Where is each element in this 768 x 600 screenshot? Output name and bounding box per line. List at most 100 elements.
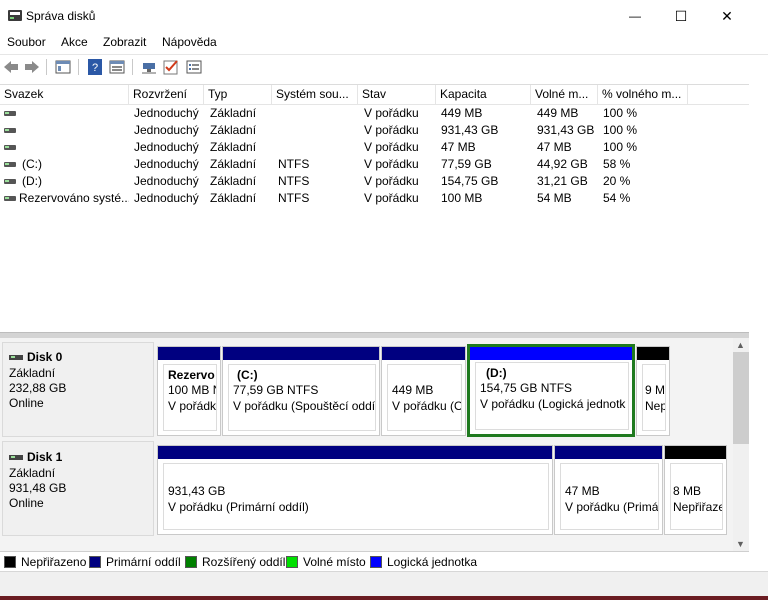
disk-0-info[interactable]: Disk 0 Základní 232,88 GB Online (2, 342, 154, 437)
list-view-icon[interactable] (185, 58, 203, 76)
cell-free-space: 47 MB (537, 140, 572, 154)
legend-swatch (286, 556, 298, 568)
partition-size: 931,43 GB (168, 484, 226, 498)
partition-c[interactable]: (C:) 77,59 GB NTFS V pořádku (Spouštěcí … (222, 346, 380, 436)
table-row[interactable]: Jednoduchý Základní V pořádku 931,43 GB … (0, 122, 749, 139)
cell-type: Základní (210, 157, 257, 171)
close-button[interactable]: ✕ (704, 0, 750, 32)
connect-icon[interactable] (140, 58, 158, 76)
cell-layout: Jednoduchý (134, 174, 199, 188)
partition-status: V pořádku (Logická jednotk (480, 397, 626, 411)
cell-layout: Jednoduchý (134, 106, 199, 120)
column-header-capacity[interactable]: Kapacita (436, 85, 531, 104)
partition-d-selected[interactable]: (D:) 154,75 GB NTFS V pořádku (Logická j… (467, 344, 635, 437)
legend-swatch (4, 556, 16, 568)
cell-volume: (D:) (22, 174, 42, 188)
menu-file[interactable]: Soubor (7, 35, 46, 49)
menu-bar: Soubor Akce Zobrazit Nápověda (0, 32, 768, 52)
cell-free-space: 44,92 GB (537, 157, 588, 171)
legend: Nepřiřazeno Primární oddíl Rozšířený odd… (0, 551, 749, 572)
drive-icon (4, 111, 16, 116)
toolbar-separator (46, 59, 47, 75)
legend-item: Logická jednotka (370, 555, 477, 569)
close-icon: ✕ (721, 7, 733, 24)
title-bar: Správa disků — ☐ ✕ (0, 0, 768, 32)
partition-status: V pořádku (Primár (565, 500, 659, 514)
legend-label: Rozšířený oddíl (202, 555, 286, 569)
cell-status: V pořádku (364, 191, 419, 205)
volume-list-header: Svazek Rozvržení Typ Systém sou... Stav … (0, 85, 749, 105)
partition-disk1-unallocated[interactable]: 8 MB Nepřiřaze (664, 445, 727, 535)
table-row[interactable]: Jednoduchý Základní V pořádku 449 MB 449… (0, 105, 749, 122)
table-row[interactable]: (C:) Jednoduchý Základní NTFS V pořádku … (0, 156, 749, 173)
menu-view[interactable]: Zobrazit (103, 35, 146, 49)
table-row[interactable]: (D:) Jednoduchý Základní NTFS V pořádku … (0, 173, 749, 190)
cell-status: V pořádku (364, 174, 419, 188)
partition-color-bar (555, 446, 662, 459)
cell-type: Základní (210, 174, 257, 188)
minimize-button[interactable]: — (612, 0, 658, 32)
forward-arrow-icon[interactable] (23, 58, 41, 76)
disk-1-state: Online (9, 496, 44, 510)
partition-recovery[interactable]: 449 MB V pořádku (O (381, 346, 466, 436)
disk-graphical-view: Disk 0 Základní 232,88 GB Online Rezervo… (0, 338, 749, 551)
cell-percent-free: 100 % (603, 140, 638, 154)
legend-swatch (89, 556, 101, 568)
properties-icon[interactable] (108, 58, 126, 76)
help-icon[interactable]: ? (86, 58, 104, 76)
cell-type: Základní (210, 191, 257, 205)
cell-volume: Rezervováno systé... (19, 191, 129, 205)
partition-body: 449 MB V pořádku (O (387, 364, 462, 431)
cell-volume: (C:) (22, 157, 42, 171)
toolbar: ? (0, 54, 768, 79)
cell-filesystem: NTFS (278, 174, 310, 188)
disk-0-name: Disk 0 (27, 350, 63, 364)
legend-item: Volné místo (286, 555, 366, 569)
check-icon[interactable] (162, 58, 180, 76)
cell-percent-free: 54 % (603, 191, 631, 205)
partition-title: (D:) (486, 366, 507, 380)
scrollbar-thumb[interactable] (733, 352, 749, 444)
partition-color-bar (158, 446, 552, 459)
partition-system-reserved[interactable]: Rezervo 100 MB N V pořádk (157, 346, 221, 436)
table-row[interactable]: Rezervováno systé... Jednoduchý Základní… (0, 190, 749, 207)
partition-color-bar (665, 446, 726, 459)
partition-status: V pořádku (Primární oddíl) (168, 500, 309, 514)
column-header-filesystem[interactable]: Systém sou... (272, 85, 358, 104)
partition-body: 47 MB V pořádku (Primár (560, 463, 659, 530)
column-header-percent-free[interactable]: % volného m... (598, 85, 688, 104)
disk-icon (9, 350, 23, 364)
partition-title: (C:) (237, 368, 258, 382)
column-header-layout[interactable]: Rozvržení (129, 85, 204, 104)
partition-unallocated[interactable]: 9 M Nep (636, 346, 670, 436)
svg-text:?: ? (92, 62, 98, 74)
menu-action[interactable]: Akce (61, 35, 88, 49)
cell-layout: Jednoduchý (134, 123, 199, 137)
legend-item: Rozšířený oddíl (185, 555, 285, 569)
column-header-type[interactable]: Typ (204, 85, 272, 104)
partition-size: 47 MB (565, 484, 600, 498)
back-arrow-icon[interactable] (2, 58, 20, 76)
cell-percent-free: 58 % (603, 157, 631, 171)
partition-disk1-primary[interactable]: 931,43 GB V pořádku (Primární oddíl) (157, 445, 553, 535)
scroll-up-icon[interactable]: ▲ (736, 340, 745, 350)
table-row[interactable]: Jednoduchý Základní V pořádku 47 MB 47 M… (0, 139, 749, 156)
legend-item: Nepřiřazeno (4, 555, 86, 569)
column-header-volume[interactable]: Svazek (0, 85, 129, 104)
partition-disk1-msr[interactable]: 47 MB V pořádku (Primár (554, 445, 663, 535)
legend-label: Nepřiřazeno (21, 555, 87, 569)
disk-0-type: Základní (9, 366, 56, 380)
scroll-down-icon[interactable]: ▼ (736, 539, 745, 549)
legend-swatch (185, 556, 197, 568)
menu-help[interactable]: Nápověda (162, 35, 217, 49)
cell-status: V pořádku (364, 157, 419, 171)
cell-status: V pořádku (364, 106, 419, 120)
console-tree-icon[interactable] (54, 58, 72, 76)
partition-size: 8 MB (673, 484, 702, 498)
column-header-status[interactable]: Stav (358, 85, 436, 104)
disk-0-state: Online (9, 396, 44, 410)
disk-1-info[interactable]: Disk 1 Základní 931,48 GB Online (2, 441, 154, 536)
disk-1-size: 931,48 GB (9, 481, 67, 495)
column-header-free-space[interactable]: Volné m... (531, 85, 598, 104)
maximize-button[interactable]: ☐ (658, 0, 704, 32)
